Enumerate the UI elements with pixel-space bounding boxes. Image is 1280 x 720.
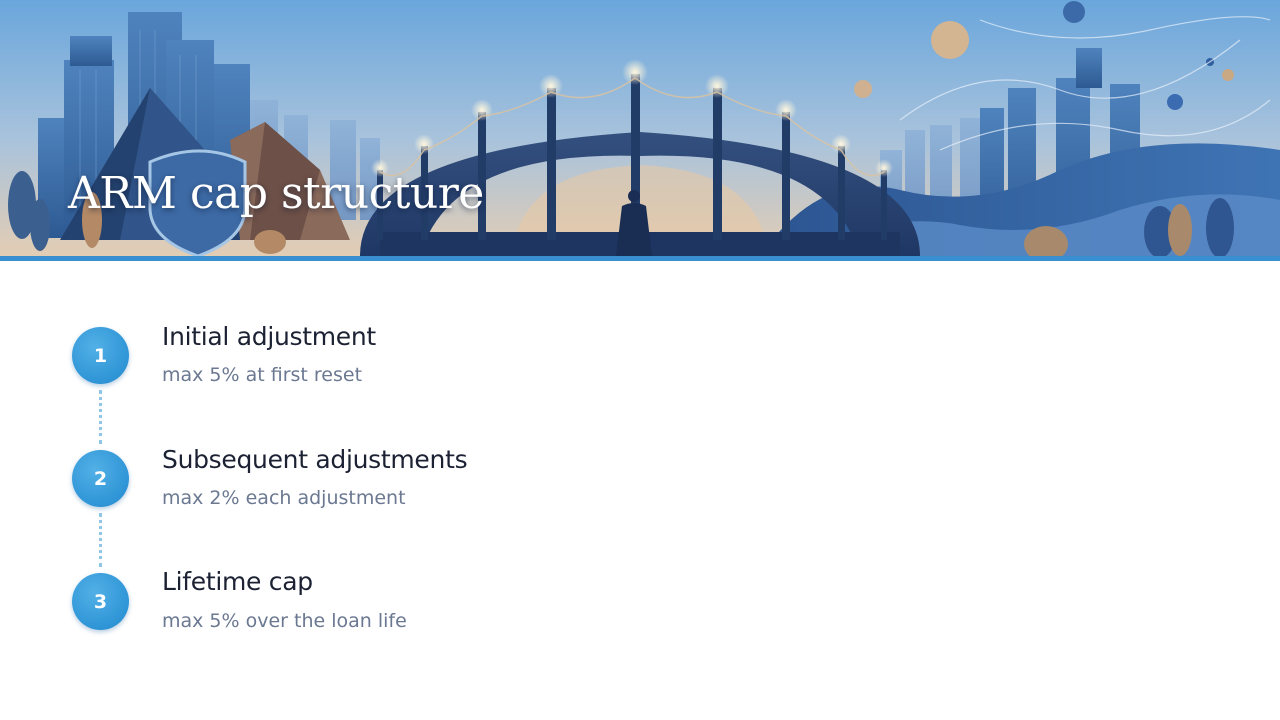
step-2-heading: Subsequent adjustments bbox=[162, 445, 468, 474]
step-3-description: max 5% over the loan life bbox=[162, 610, 407, 632]
step-1-heading: Initial adjustment bbox=[162, 322, 376, 351]
step-1-number-badge: 1 bbox=[72, 327, 129, 384]
step-2-number-badge: 2 bbox=[72, 450, 129, 507]
step-connector bbox=[99, 390, 102, 444]
step-3-number-badge: 3 bbox=[72, 573, 129, 630]
step-1-description: max 5% at first reset bbox=[162, 364, 363, 386]
step-2-description: max 2% each adjustment bbox=[162, 487, 406, 509]
step-3-heading: Lifetime cap bbox=[162, 567, 313, 596]
slide-title: ARM cap structure bbox=[68, 168, 484, 219]
step-connector bbox=[99, 513, 102, 567]
banner-divider bbox=[0, 256, 1280, 261]
